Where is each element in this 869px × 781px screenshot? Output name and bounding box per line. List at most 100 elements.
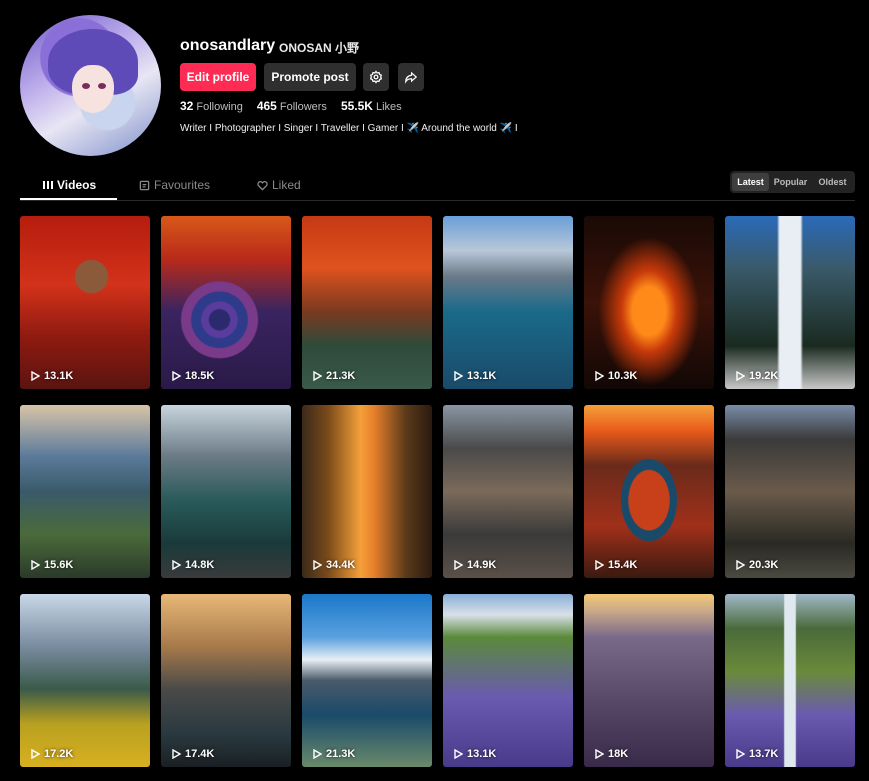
edit-profile-button[interactable]: Edit profile xyxy=(180,63,256,91)
play-icon xyxy=(313,371,322,381)
profile-stats: 32 Following 465 Followers 55.5K Likes xyxy=(180,99,402,113)
play-icon xyxy=(595,371,604,381)
tab-liked[interactable]: Liked xyxy=(257,178,301,192)
video-view-count: 21.3K xyxy=(313,748,355,760)
view-count-label: 14.9K xyxy=(467,559,497,571)
settings-button[interactable] xyxy=(363,63,389,91)
video-thumbnail[interactable]: 21.3K xyxy=(302,216,432,389)
video-thumbnail[interactable]: 18K xyxy=(584,594,714,767)
play-icon xyxy=(736,749,745,759)
view-count-label: 17.2K xyxy=(44,748,74,760)
profile-nickname: ONOSAN 小野 xyxy=(279,41,360,55)
video-view-count: 18K xyxy=(595,748,628,760)
tab-videos[interactable]: Videos xyxy=(43,178,96,192)
video-thumbnail[interactable]: 13.1K xyxy=(443,594,573,767)
video-thumbnail[interactable]: 14.9K xyxy=(443,405,573,578)
view-count-label: 18K xyxy=(608,748,629,760)
video-thumbnail[interactable]: 15.4K xyxy=(584,405,714,578)
play-icon xyxy=(454,749,463,759)
play-icon xyxy=(31,560,40,570)
tab-favourites[interactable]: Favourites xyxy=(139,178,210,192)
video-grid: 13.1K 18.5K 21.3K 13.1K 10.3K 19.2K 15.6K 14.8K… xyxy=(20,216,855,767)
play-icon xyxy=(454,560,463,570)
view-count-label: 21.3K xyxy=(326,748,356,760)
video-view-count: 17.4K xyxy=(172,748,214,760)
video-thumbnail[interactable]: 19.2K xyxy=(725,216,855,389)
view-count-label: 13.1K xyxy=(44,370,74,382)
video-view-count: 17.2K xyxy=(31,748,73,760)
sort-popular[interactable]: Popular xyxy=(769,173,812,191)
play-icon xyxy=(595,560,604,570)
play-icon xyxy=(313,749,322,759)
profile-username: onosandlary xyxy=(180,37,276,54)
play-icon xyxy=(172,749,181,759)
likes-label: Likes xyxy=(375,101,402,113)
tab-label: Liked xyxy=(272,178,301,192)
share-button[interactable] xyxy=(398,63,424,91)
likes-count: 55.5K xyxy=(340,99,373,113)
video-view-count: 14.9K xyxy=(454,559,496,571)
video-thumbnail[interactable]: 10.3K xyxy=(584,216,714,389)
video-thumbnail[interactable]: 13.1K xyxy=(443,216,573,389)
view-count-label: 19.2K xyxy=(749,370,779,382)
play-icon xyxy=(736,560,745,570)
heart-icon xyxy=(257,180,268,191)
gear-icon xyxy=(369,70,383,84)
video-thumbnail[interactable]: 13.1K xyxy=(20,216,150,389)
sort-oldest[interactable]: Oldest xyxy=(812,173,853,191)
video-view-count: 13.1K xyxy=(454,370,496,382)
play-icon xyxy=(313,560,322,570)
view-count-label: 17.4K xyxy=(185,748,215,760)
video-thumbnail[interactable]: 17.4K xyxy=(161,594,291,767)
video-thumbnail[interactable]: 34.4K xyxy=(302,405,432,578)
play-icon xyxy=(595,749,604,759)
play-icon xyxy=(172,371,181,381)
avatar-face xyxy=(72,65,114,113)
video-view-count: 20.3K xyxy=(736,559,778,571)
view-count-label: 13.7K xyxy=(749,748,779,760)
video-view-count: 15.6K xyxy=(31,559,73,571)
video-thumbnail[interactable]: 17.2K xyxy=(20,594,150,767)
play-icon xyxy=(454,371,463,381)
video-view-count: 21.3K xyxy=(313,370,355,382)
bookmark-icon xyxy=(139,180,150,190)
view-count-label: 15.6K xyxy=(44,559,74,571)
profile-bio: Writer I Photographer I Singer I Travell… xyxy=(180,123,518,134)
following-label: Following xyxy=(196,101,243,113)
video-thumbnail[interactable]: 15.6K xyxy=(20,405,150,578)
view-count-label: 15.4K xyxy=(608,559,638,571)
promote-post-button[interactable]: Promote post xyxy=(264,63,356,91)
tab-label: Videos xyxy=(57,178,97,192)
avatar-eye xyxy=(82,83,90,89)
video-thumbnail[interactable]: 18.5K xyxy=(161,216,291,389)
view-count-label: 18.5K xyxy=(185,370,215,382)
sort-latest[interactable]: Latest xyxy=(732,173,769,191)
video-view-count: 13.1K xyxy=(31,370,73,382)
play-icon xyxy=(736,371,745,381)
video-thumbnail[interactable]: 13.7K xyxy=(725,594,855,767)
view-count-label: 13.1K xyxy=(467,748,497,760)
play-icon xyxy=(172,560,181,570)
video-view-count: 13.7K xyxy=(736,748,778,760)
video-thumbnail[interactable]: 20.3K xyxy=(725,405,855,578)
view-count-label: 14.8K xyxy=(185,559,215,571)
video-view-count: 13.1K xyxy=(454,748,496,760)
share-icon xyxy=(405,71,418,84)
view-count-label: 13.1K xyxy=(467,370,497,382)
sort-toggle: Latest Popular Oldest xyxy=(730,171,855,193)
video-view-count: 10.3K xyxy=(595,370,637,382)
view-count-label: 20.3K xyxy=(749,559,779,571)
video-view-count: 15.4K xyxy=(595,559,637,571)
following-stat[interactable]: 32 Following xyxy=(180,99,243,113)
view-count-label: 21.3K xyxy=(326,370,356,382)
followers-stat[interactable]: 465 Followers xyxy=(257,99,327,113)
video-view-count: 18.5K xyxy=(172,370,214,382)
video-thumbnail[interactable]: 21.3K xyxy=(302,594,432,767)
video-thumbnail[interactable]: 14.8K xyxy=(161,405,291,578)
profile-avatar[interactable] xyxy=(20,15,161,156)
avatar-eye xyxy=(98,83,106,89)
video-view-count: 34.4K xyxy=(313,559,355,571)
play-icon xyxy=(31,749,40,759)
video-view-count: 14.8K xyxy=(172,559,214,571)
view-count-label: 34.4K xyxy=(326,559,356,571)
